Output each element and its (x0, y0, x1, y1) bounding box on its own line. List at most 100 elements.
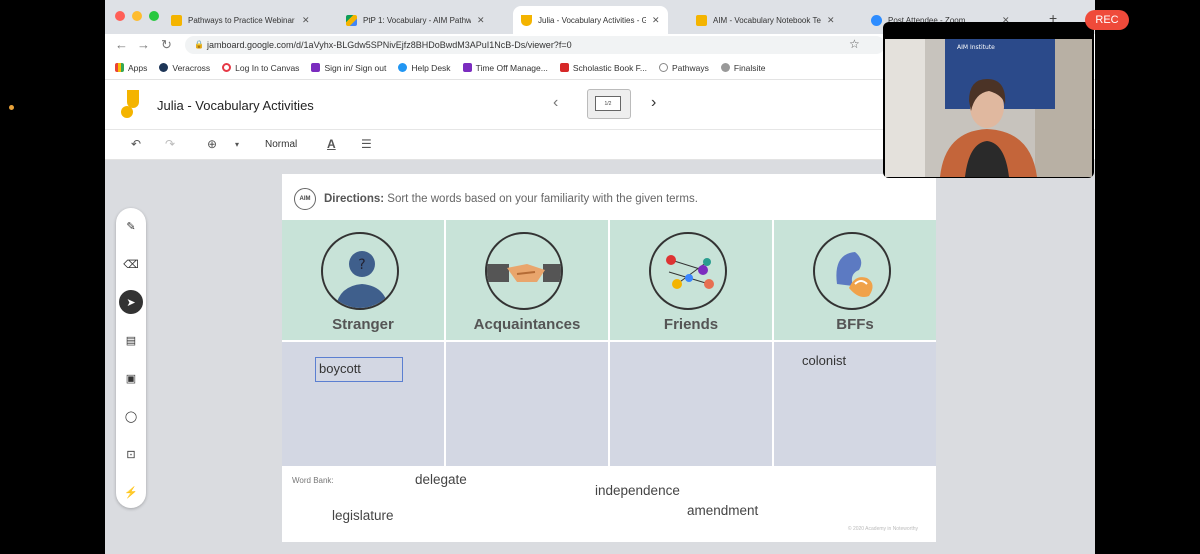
jamboard-frame[interactable]: AIM Directions: Sort the words based on … (282, 174, 936, 542)
lock-icon: 🔒 (194, 40, 204, 49)
zoom-video-window[interactable]: AIM Institute (883, 22, 1094, 178)
frame-counter: 1/2 (595, 96, 621, 111)
word-card-legislature[interactable]: legislature (332, 508, 394, 523)
column-dropzone[interactable]: boycott (282, 342, 444, 466)
bookmark-star-icon[interactable]: ☆ (849, 37, 860, 51)
word-card-boycott[interactable]: boycott (315, 357, 403, 382)
word-card-amendment[interactable]: amendment (687, 503, 758, 518)
frame-bar-button[interactable]: 1/2 (587, 89, 631, 119)
reload-icon[interactable]: ↻ (161, 37, 172, 53)
form-icon (462, 63, 472, 72)
canvas-icon (222, 63, 232, 72)
recording-badge: REC (1085, 10, 1129, 30)
slides-icon (171, 14, 182, 26)
zoom-icon (871, 14, 882, 26)
aim-icon (659, 63, 669, 72)
back-icon[interactable]: ← (115, 37, 128, 52)
minimize-window-button[interactable] (132, 11, 142, 21)
bookmark-help-desk[interactable]: Help Desk (398, 63, 451, 73)
zoom-icon[interactable]: ⊕ (207, 137, 217, 151)
stranger-silhouette-icon: ? (321, 232, 399, 310)
undo-icon[interactable]: ↶ (131, 137, 141, 151)
column-label: Friends (663, 316, 719, 333)
bookmark-scholastic[interactable]: Scholastic Book F... (559, 63, 647, 73)
tool-palette: ✎ ⌫ ➤ ▤ ▣ ◯ ⊡ ⚡ (116, 208, 146, 508)
redo-icon[interactable]: ↷ (165, 137, 175, 151)
bookmark-time-off[interactable]: Time Off Manage... (462, 63, 548, 73)
image-icon[interactable]: ▣ (121, 368, 141, 388)
bookmark-sign-in[interactable]: Sign in/ Sign out (311, 63, 386, 73)
copyright-notice: © 2020 Academy in Noteworthy (847, 526, 918, 532)
banner-text: AIM Institute (957, 44, 995, 51)
close-icon[interactable]: ✕ (827, 15, 835, 26)
indicator-dot (9, 105, 14, 110)
directions-text: Sort the words based on your familiarity… (387, 193, 698, 205)
close-icon[interactable]: ✕ (477, 15, 485, 26)
select-cursor-icon[interactable]: ➤ (119, 290, 143, 314)
word-card-independence[interactable]: independence (595, 483, 680, 498)
close-icon[interactable]: ✕ (302, 15, 310, 26)
column-label: BFFs (836, 316, 874, 333)
column-dropzone[interactable]: colonist (774, 342, 936, 466)
help-desk-icon (398, 63, 408, 72)
tab-label: AIM - Vocabulary Notebook Te (713, 15, 821, 25)
form-icon (311, 63, 321, 72)
tab-ptp-vocabulary[interactable]: PtP 1: Vocabulary - AIM Pathw ✕ (338, 6, 493, 34)
close-window-button[interactable] (115, 11, 125, 21)
window-controls (115, 11, 159, 21)
word-card-delegate[interactable]: delegate (415, 472, 467, 487)
jamboard-icon (521, 14, 532, 26)
aim-logo: AIM (294, 188, 316, 210)
column-header: ? Stranger (282, 220, 444, 340)
tab-pathways-webinar[interactable]: Pathways to Practice Webinar ✕ (163, 6, 318, 34)
sorting-grid: ? Stranger boycott Acquaintances Friends… (282, 220, 936, 466)
previous-frame-icon[interactable]: ‹ (553, 94, 558, 112)
bff-hearts-icon (813, 232, 891, 310)
word-card-colonist[interactable]: colonist (802, 353, 846, 368)
veracross-icon (159, 63, 169, 72)
tab-label: Julia - Vocabulary Activities - G (538, 15, 646, 25)
word-bank-label: Word Bank: (292, 476, 334, 485)
bookmark-pathways[interactable]: Pathways (659, 63, 709, 73)
column-acquaintances: Acquaintances (446, 220, 608, 466)
presenter-video: AIM Institute (885, 39, 1092, 177)
sticky-note-icon[interactable]: ▤ (121, 330, 141, 350)
pen-icon[interactable]: ✎ (121, 216, 141, 236)
directions-label: Directions: (324, 193, 385, 205)
bookmark-apps[interactable]: Apps (115, 63, 147, 73)
eraser-icon[interactable]: ⌫ (121, 254, 141, 274)
maximize-window-button[interactable] (149, 11, 159, 21)
forward-icon[interactable]: → (137, 37, 150, 52)
text-box-icon[interactable]: ⊡ (121, 444, 141, 464)
tab-label: Pathways to Practice Webinar (188, 15, 295, 25)
column-header: Friends (610, 220, 772, 340)
font-size-dropdown[interactable]: Normal (265, 139, 297, 150)
text-color-icon[interactable]: A (327, 137, 336, 151)
friends-network-icon (649, 232, 727, 310)
column-dropzone[interactable] (610, 342, 772, 466)
circle-shape-icon[interactable]: ◯ (121, 406, 141, 426)
close-icon[interactable]: ✕ (652, 15, 660, 26)
jamboard-logo-icon[interactable] (121, 90, 139, 118)
bookmark-finalsite[interactable]: Finalsite (720, 63, 766, 73)
next-frame-icon[interactable]: › (651, 94, 656, 112)
column-dropzone[interactable] (446, 342, 608, 466)
url-text: jamboard.google.com/d/1aVyhx-BLGdw5SPNiv… (207, 40, 572, 50)
url-field[interactable]: 🔒 jamboard.google.com/d/1aVyhx-BLGdw5SPN… (185, 36, 885, 54)
bookmark-canvas[interactable]: Log In to Canvas (222, 63, 299, 73)
column-friends: Friends (610, 220, 772, 466)
tab-aim-notebook[interactable]: AIM - Vocabulary Notebook Te ✕ (688, 6, 843, 34)
document-title[interactable]: Julia - Vocabulary Activities (157, 98, 314, 113)
chevron-down-icon[interactable]: ▾ (235, 140, 239, 149)
laser-icon[interactable]: ⚡ (121, 482, 141, 502)
column-label: Stranger (332, 316, 394, 333)
align-left-icon[interactable]: ☰ (361, 137, 372, 151)
column-header: Acquaintances (446, 220, 608, 340)
column-stranger: ? Stranger boycott (282, 220, 444, 466)
tab-julia-vocabulary[interactable]: Julia - Vocabulary Activities - G ✕ (513, 6, 668, 34)
tab-label: PtP 1: Vocabulary - AIM Pathw (363, 15, 471, 25)
slides-icon (696, 14, 707, 26)
bookmark-veracross[interactable]: Veracross (159, 63, 210, 73)
column-bffs: BFFs colonist (774, 220, 936, 466)
column-label: Acquaintances (473, 316, 581, 333)
